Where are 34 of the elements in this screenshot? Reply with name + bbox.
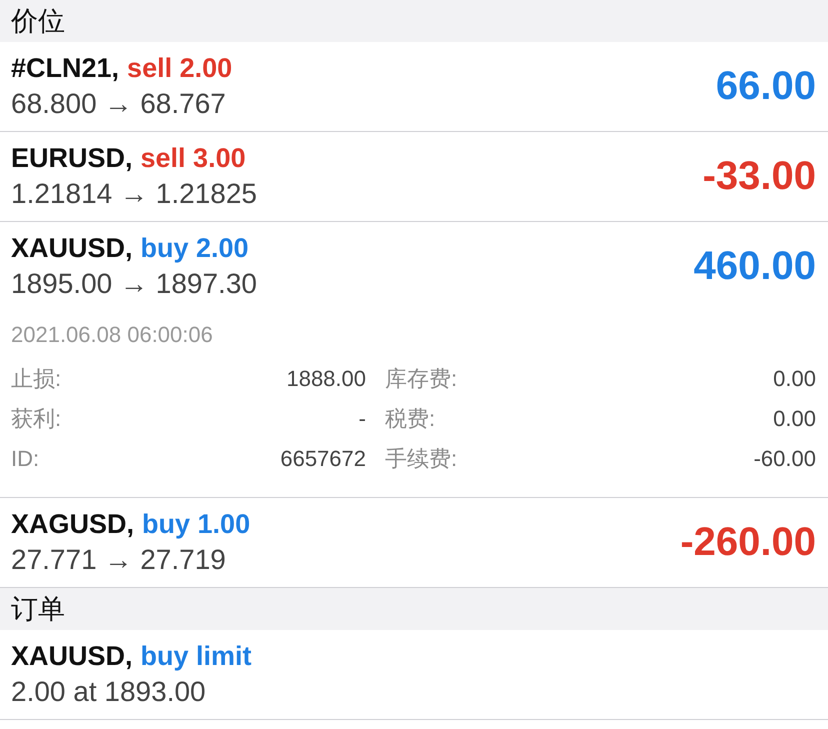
price-change: 2.00 at 1893.00 (11, 676, 207, 708)
section-header: 订单 (0, 588, 828, 630)
symbol-name: #CLN21, (11, 53, 120, 84)
symbol-name: XAGUSD, (11, 509, 134, 540)
field-label: 库存费: (385, 365, 458, 393)
order-type: sell 3.00 (140, 143, 246, 174)
field-label: 手续费: (385, 445, 458, 473)
price-change: 1.21814 → 1.21825 (11, 178, 257, 210)
symbol-name: XAUUSD, (11, 233, 133, 264)
field-value: 0.00 (773, 365, 816, 393)
field-label: 获利: (11, 405, 62, 433)
section-header: 价位 (0, 0, 828, 42)
order-type: buy 2.00 (140, 233, 249, 264)
field-value: 1888.00 (286, 365, 366, 393)
open-time: 2021.06.08 06:00:06 (11, 321, 214, 349)
symbol-name: EURUSD, (11, 143, 133, 174)
profit-value: -33.00 (702, 154, 816, 199)
price-change: 68.800 → 68.767 (11, 88, 227, 120)
field-label: 止损: (11, 365, 62, 393)
profit-value: 66.00 (716, 64, 816, 109)
symbol-name: XAUUSD, (11, 641, 133, 672)
field-label: ID: (11, 445, 40, 473)
price-change: 27.771 → 27.719 (11, 544, 227, 576)
price-change: 1895.00 → 1897.30 (11, 268, 257, 300)
field-value: -60.00 (754, 445, 816, 473)
profit-value: -260.00 (680, 520, 816, 565)
field-label: 税费: (385, 405, 436, 433)
order-type: sell 2.00 (127, 53, 232, 84)
field-value: 0.00 (773, 405, 816, 433)
order-type: buy limit (140, 641, 252, 672)
profit-value: 460.00 (694, 244, 816, 289)
order-type: buy 1.00 (142, 509, 250, 540)
field-value: 6657672 (280, 445, 366, 473)
field-value: - (358, 405, 366, 433)
